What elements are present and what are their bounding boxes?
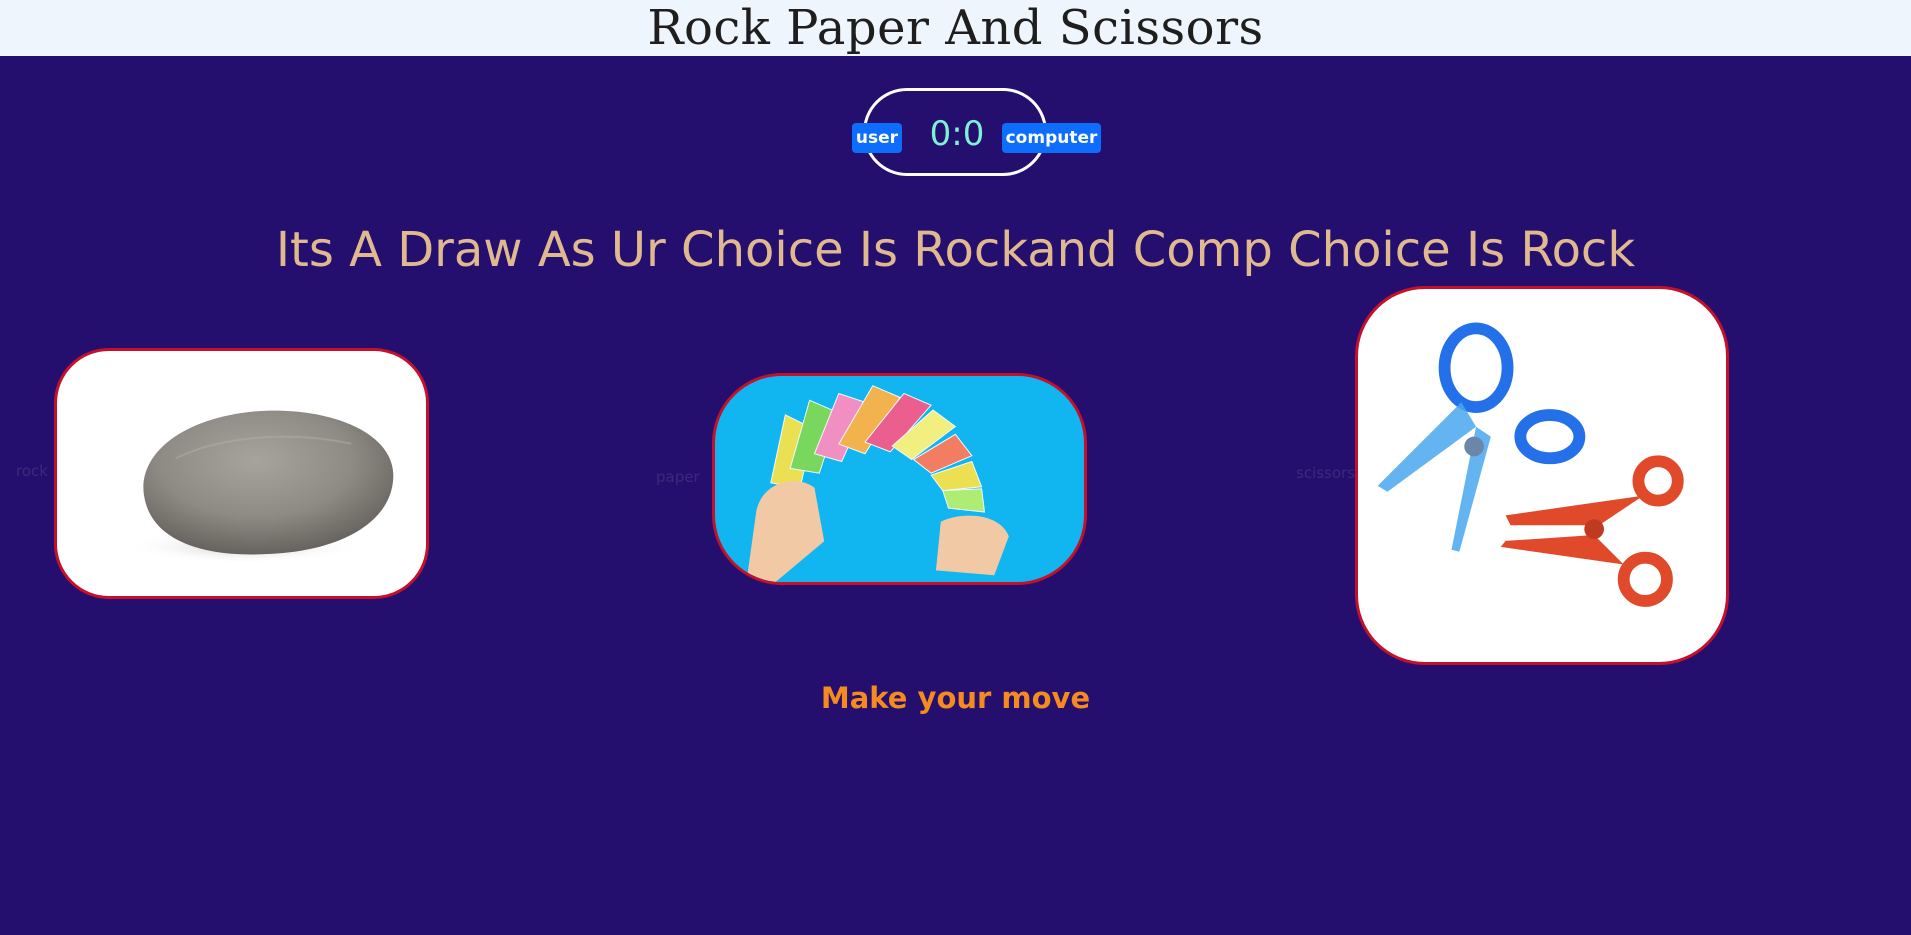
make-move-prompt: Make your move xyxy=(820,681,1091,715)
rock-choice-button[interactable] xyxy=(54,348,429,599)
score-display: 0:0 xyxy=(929,114,985,154)
paper-choice-button[interactable] xyxy=(712,373,1087,585)
computer-score-badge: computer xyxy=(1002,123,1101,153)
page-header: Rock Paper And Scissors xyxy=(0,0,1911,56)
scissors-choice-button[interactable] xyxy=(1355,286,1729,665)
rock-image xyxy=(126,410,394,564)
result-message: Its A Draw As Ur Choice Is Rockand Comp … xyxy=(275,222,1636,278)
scissors-image xyxy=(1377,322,1684,607)
scissors-alt-label: scissors xyxy=(1296,464,1356,482)
paper-alt-label: paper xyxy=(656,468,700,486)
paper-image xyxy=(717,376,1082,582)
user-score-badge: user xyxy=(852,123,902,153)
rock-alt-label: rock xyxy=(16,462,48,480)
page-title: Rock Paper And Scissors xyxy=(647,0,1264,56)
